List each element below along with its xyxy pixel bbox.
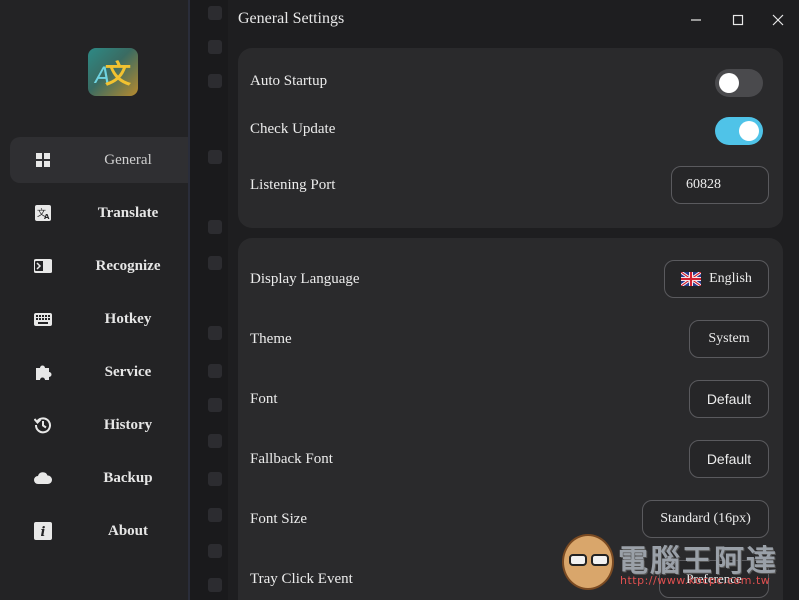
close-button[interactable]	[766, 8, 790, 32]
auto-startup-toggle[interactable]	[715, 69, 763, 97]
check-update-toggle[interactable]	[715, 117, 763, 145]
display-language-label: Display Language	[250, 271, 360, 287]
font-select[interactable]: Default	[689, 380, 769, 418]
sidebar-item-label: Backup	[103, 470, 153, 486]
sidebar-item-label: Translate	[97, 205, 159, 221]
sidebar-item-label: General	[104, 152, 152, 168]
sidebar-item-label: Hotkey	[104, 311, 152, 327]
sidebar-item-service[interactable]: Service	[10, 349, 215, 395]
svg-text:i: i	[41, 525, 46, 540]
tray-click-event-label: Tray Click Event	[250, 571, 353, 587]
sidebar-item-general[interactable]: General	[10, 137, 215, 183]
keyboard-icon	[34, 310, 52, 328]
title-bar: General Settings	[228, 0, 799, 38]
sidebar-item-about[interactable]: i About	[10, 508, 215, 554]
font-size-label: Font Size	[250, 511, 308, 527]
auto-startup-label: Auto Startup	[250, 73, 328, 89]
sidebar-item-label: About	[107, 523, 148, 539]
close-icon	[772, 14, 784, 26]
sidebar-item-label: Service	[104, 364, 152, 380]
translate-icon: 文A	[34, 204, 52, 222]
sidebar-item-history[interactable]: History	[10, 402, 215, 448]
sidebar-item-translate[interactable]: 文A Translate	[10, 190, 215, 236]
font-label: Font	[250, 391, 278, 407]
minimize-button[interactable]	[684, 8, 708, 32]
puzzle-icon	[34, 363, 52, 381]
tray-click-event-select[interactable]: Preference	[659, 560, 769, 598]
theme-label: Theme	[250, 331, 292, 347]
recognize-icon	[34, 257, 52, 275]
app-settings-card: Auto Startup Check Update Listening Port…	[238, 48, 783, 228]
sidebar-item-hotkey[interactable]: Hotkey	[10, 296, 215, 342]
fallback-font-label: Fallback Font	[250, 451, 333, 467]
maximize-button[interactable]	[726, 8, 750, 32]
info-icon: i	[34, 522, 52, 540]
grid-icon	[34, 151, 52, 169]
sidebar-item-recognize[interactable]: Recognize	[10, 243, 215, 289]
font-size-select[interactable]: Standard (16px)	[642, 500, 769, 538]
sidebar-item-label: History	[103, 417, 153, 433]
sidebar-item-label: Recognize	[95, 258, 161, 274]
theme-select[interactable]: System	[689, 320, 769, 358]
maximize-icon	[732, 14, 744, 26]
history-icon	[34, 416, 52, 434]
display-language-value: English	[709, 271, 752, 286]
svg-text:A: A	[44, 213, 50, 221]
app-logo: A文	[88, 48, 138, 96]
cloud-icon	[34, 469, 52, 487]
listening-port-label: Listening Port	[250, 177, 336, 193]
display-language-select[interactable]: English	[664, 260, 769, 298]
appearance-settings-card: Display Language English Theme System Fo…	[238, 238, 783, 600]
background-app-strip	[188, 0, 228, 600]
check-update-label: Check Update	[250, 121, 336, 137]
listening-port-input[interactable]: 60828	[671, 166, 769, 204]
fallback-font-select[interactable]: Default	[689, 440, 769, 478]
uk-flag-icon	[681, 272, 702, 286]
minimize-icon	[691, 19, 701, 21]
sidebar-item-backup[interactable]: Backup	[10, 455, 215, 501]
window-title: General Settings	[238, 10, 345, 27]
